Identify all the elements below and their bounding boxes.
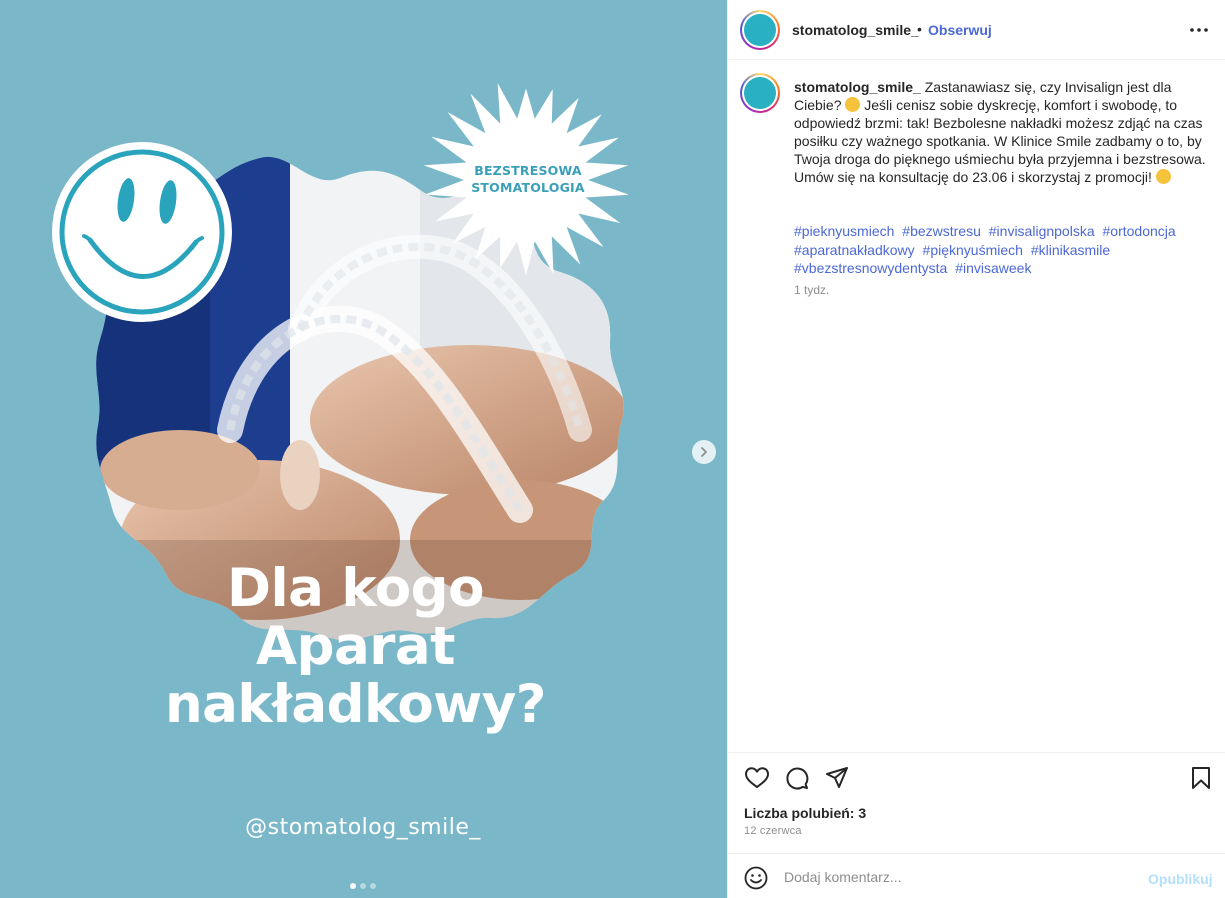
header-username[interactable]: stomatolog_smile_ [792,22,919,38]
hashtag-link[interactable]: #aparatnakładkowy [794,242,915,258]
emoji-icon[interactable] [744,866,768,890]
next-slide-button[interactable] [692,440,716,464]
caption-time[interactable]: 1 tydz. [794,283,829,297]
post-side-panel: stomatolog_smile_ • Obserwuj stomatolog_… [727,0,1225,898]
more-options-icon[interactable] [1187,20,1211,40]
hashtag-link[interactable]: #invisaweek [955,260,1031,276]
chevron-right-icon [701,447,707,457]
carousel-dot[interactable] [360,883,366,889]
comment-bar: Opublikuj [728,853,1225,898]
image-handle: @stomatolog_smile_ [245,815,481,840]
hashtag-link[interactable]: #bezwstresu [902,223,981,239]
thinking-face-icon [845,97,861,112]
headline-line-2: Aparat [256,616,455,677]
image-headline: Dla kogo Aparat nakładkowy? [80,560,631,734]
post-header: stomatolog_smile_ • Obserwuj [728,0,1225,60]
avatar-image [744,77,776,109]
avatar[interactable] [740,10,780,50]
carousel-dots [350,883,376,889]
header-separator: • [917,21,922,37]
publish-button[interactable]: Opublikuj [1148,871,1213,887]
likes-count[interactable]: Liczba polubień: 3 [744,805,866,821]
post-date[interactable]: 12 czerwca [744,825,802,837]
post-caption: stomatolog_smile_ Zastanawiasz się, czy … [794,78,1210,186]
badge-line-2: STOMATOLOGIA [471,180,585,195]
smiling-face-icon [1155,169,1171,184]
carousel-dot[interactable] [350,883,356,889]
hashtag-list: #pieknyusmiech #bezwstresu #invisalignpo… [794,222,1210,278]
heart-icon[interactable] [744,765,770,791]
badge-text: BEZSTRESOWA STOMATOLOGIA [436,162,620,196]
carousel-dot[interactable] [370,883,376,889]
hashtag-link[interactable]: #vbezstresnowydentysta [794,260,947,276]
hashtag-link[interactable]: #pieknyusmiech [794,223,894,239]
caption-avatar[interactable] [740,73,780,113]
smiley-logo-icon [52,142,232,322]
caption-username[interactable]: stomatolog_smile_ [794,79,921,95]
badge-line-1: BEZSTRESOWA [474,163,582,178]
action-bar [728,752,1225,798]
send-icon[interactable] [824,765,850,791]
headline-line-1: Dla kogo [227,558,484,619]
hashtag-link[interactable]: #ortodoncja [1103,223,1176,239]
comment-icon[interactable] [784,765,810,791]
headline-line-3: nakładkowy? [164,674,547,735]
avatar-image [744,14,776,46]
hashtag-link[interactable]: #invisalignpolska [989,223,1095,239]
follow-button[interactable]: Obserwuj [928,22,992,38]
comment-input[interactable] [784,865,1124,889]
post-media: BEZSTRESOWA STOMATOLOGIA Dla kogo Aparat… [0,0,727,898]
hashtag-link[interactable]: #klinikasmile [1031,242,1110,258]
hashtag-link[interactable]: #pięknyuśmiech [923,242,1023,258]
bookmark-icon[interactable] [1188,765,1214,791]
